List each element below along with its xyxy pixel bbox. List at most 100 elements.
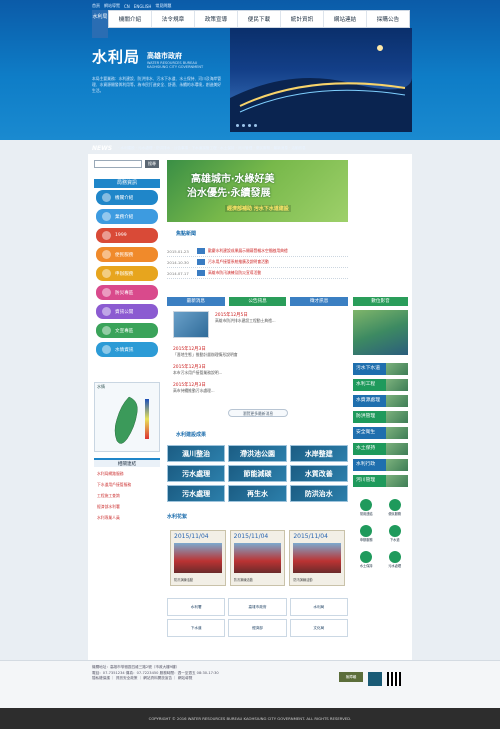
left-menu-item[interactable]: 1999: [96, 228, 158, 243]
partner-logo[interactable]: 水利局: [289, 598, 348, 616]
left-menu-label: 資訊公開: [115, 309, 134, 315]
tab-item-title[interactable]: 高雄市防洪排水建設工程動土典禮...: [215, 318, 345, 324]
slide-dot[interactable]: [242, 124, 245, 127]
accessibility-badge[interactable]: 無障礙: [339, 672, 363, 682]
right-menu-item[interactable]: 安全衛生: [353, 427, 408, 439]
right-menu-item[interactable]: 污水下水道: [353, 363, 408, 375]
event-card[interactable]: 2015/11/04 防汛演練活動: [229, 530, 286, 586]
more-news-button[interactable]: 瀏覽更多最新消息: [228, 409, 288, 417]
left-menu-item[interactable]: 水情資訊: [96, 342, 158, 357]
partner-logo[interactable]: 高雄市政府: [228, 598, 287, 616]
left-menu-title: 局務資訊: [94, 179, 160, 188]
partner-logo[interactable]: 經濟部: [228, 619, 287, 637]
slide-dot[interactable]: [248, 124, 251, 127]
service-shortcut[interactable]: 下水道: [382, 524, 409, 548]
nav-procurement[interactable]: 採購公告: [367, 11, 409, 27]
nav-statistics[interactable]: 統計資訊: [281, 11, 324, 27]
right-menu-label: 污水下水道: [353, 363, 386, 375]
right-menu-item[interactable]: 水資源處理: [353, 395, 408, 407]
video-section-title: 數位影音: [353, 297, 408, 306]
news-title[interactable]: 高雄市防汛演練及防災宣導活動: [208, 270, 261, 276]
event-card[interactable]: 2015/11/04 防汛演練活動: [289, 530, 346, 586]
service-shortcut[interactable]: 水土保持: [353, 550, 380, 574]
related-link[interactable]: 工程施工查詢: [97, 493, 161, 499]
right-menu-item[interactable]: 防洪管理: [353, 411, 408, 423]
utility-home[interactable]: 首頁: [92, 3, 100, 9]
tab-item-title[interactable]: 本市污水用戶接管業務說明...: [173, 370, 343, 376]
nav-about[interactable]: 機關介紹: [109, 11, 152, 27]
service-shortcut[interactable]: 常用連結: [353, 498, 380, 522]
service-label: 便民服務: [388, 512, 402, 516]
slide-dot[interactable]: [254, 124, 257, 127]
achievement-tile[interactable]: 濕川整治: [167, 445, 226, 462]
related-link[interactable]: 水利專業人員: [97, 515, 161, 521]
achievement-tile[interactable]: 再生水: [228, 485, 287, 502]
news-row[interactable]: 2014.10.30 污水用戶接管系統推廣及說明會活動: [167, 257, 348, 268]
news-row[interactable]: 2014.07.17 高雄市防汛演練及防災宣導活動: [167, 268, 348, 279]
nav-regulations[interactable]: 法令規章: [152, 11, 195, 27]
related-link[interactable]: 經濟部水利署: [97, 504, 161, 510]
achievement-tile[interactable]: 水質改善: [289, 465, 348, 482]
left-menu-item[interactable]: 防災專區: [96, 285, 158, 300]
tab-item-title[interactable]: 「溼地生態」推動計畫辦理情形說明會: [173, 352, 343, 358]
tab-item-featured[interactable]: 2015年12月5日 高雄市防洪排水建設工程動土典禮...: [215, 312, 345, 330]
events-heading: 水利花絮: [167, 514, 188, 520]
ticker-text[interactable]: ‧ 水利建設 ‧ 污水處理 ‧ 防洪排水 ‧ 公告事項 ‧ 下水道接管工程 ‧ …: [118, 146, 306, 151]
tab-announcements[interactable]: 公告訊息: [228, 297, 287, 306]
service-shortcut[interactable]: 申辦服務: [353, 524, 380, 548]
service-shortcut[interactable]: 便民服務: [382, 498, 409, 522]
utility-cn[interactable]: CN: [124, 4, 130, 9]
event-card[interactable]: 2015/11/04 防汛演練活動: [170, 530, 226, 586]
left-menu-item[interactable]: 機關介紹: [96, 190, 158, 205]
utility-faq[interactable]: 常見問題: [155, 3, 171, 9]
footer-links[interactable]: 隱私權保護 ｜ 資訊安全政策 ｜ 網站資料開放宣告 ｜ 網站導覽: [92, 676, 332, 682]
right-menu-item[interactable]: 水土保持: [353, 443, 408, 455]
utility-sitemap[interactable]: 網站導覽: [104, 3, 120, 9]
right-menu-item[interactable]: 河川管理: [353, 475, 408, 487]
right-menu-image: [386, 427, 408, 439]
left-menu-item[interactable]: 申辦服務: [96, 266, 158, 281]
news-row[interactable]: 2015.01.23 歡慶水利建設成果展示開幕暨親水空間啟用典禮: [167, 246, 348, 257]
partner-logo[interactable]: 下水道: [167, 619, 226, 637]
achievement-tile[interactable]: 污水處理: [167, 465, 226, 482]
achievement-tile[interactable]: 節能減碳: [228, 465, 287, 482]
water-map[interactable]: 水情: [94, 382, 160, 452]
menu-item-icon: [102, 231, 111, 240]
right-menu-item[interactable]: 水利行政: [353, 459, 408, 471]
tab-latest[interactable]: 最新消息: [167, 297, 225, 306]
left-menu-label: 機關介紹: [115, 195, 134, 201]
video-thumbnail[interactable]: [353, 310, 408, 355]
left-menu-item[interactable]: 業務介紹: [96, 209, 158, 224]
left-menu-item[interactable]: 便民服務: [96, 247, 158, 262]
achievement-tile[interactable]: 水岸整建: [289, 445, 348, 462]
right-menu-item[interactable]: 水利工程: [353, 379, 408, 391]
achievement-tile[interactable]: 污水處理: [167, 485, 226, 502]
nav-policy[interactable]: 政策宣導: [195, 11, 238, 27]
news-title[interactable]: 污水用戶接管系統推廣及說明會活動: [208, 259, 269, 265]
search-button[interactable]: 搜尋: [145, 160, 159, 168]
achievement-tile[interactable]: 滯洪池公園: [228, 445, 287, 462]
related-link[interactable]: 下水道用戶接管服務: [97, 482, 161, 488]
service-shortcut[interactable]: 污水處理: [382, 550, 409, 574]
page: 首頁 網站導覽 CN ENGLISH 常見問題 水利局 機關介紹 法令規章 政策…: [0, 0, 500, 729]
utility-english[interactable]: ENGLISH: [134, 4, 152, 9]
related-link[interactable]: 水利局網路服務: [97, 471, 161, 477]
partner-logo[interactable]: 水利署: [167, 598, 226, 616]
banner-line1: 高雄城市‧水綠好美: [191, 174, 275, 185]
event-date: 2015/11/04: [293, 533, 328, 540]
brand-name[interactable]: 水利局: [92, 46, 140, 67]
tab-item-title[interactable]: 高市持續推動污水處理...: [173, 388, 343, 394]
partner-logo[interactable]: 文化局: [289, 619, 348, 637]
left-menu-item[interactable]: 資訊公開: [96, 304, 158, 319]
news-thumbnail[interactable]: [173, 311, 209, 338]
achievement-tile[interactable]: 防洪治水: [289, 485, 348, 502]
nav-links[interactable]: 網站連結: [324, 11, 367, 27]
slide-dot[interactable]: [236, 124, 239, 127]
promo-banner[interactable]: 高雄城市‧水綠好美 治水優先‧永續發展 經濟部補助 污水下水道建設: [167, 160, 348, 222]
news-title[interactable]: 歡慶水利建設成果展示開幕暨親水空間啟用典禮: [208, 248, 288, 254]
search-input[interactable]: [94, 160, 142, 168]
tab-jobs[interactable]: 徵才訊息: [290, 297, 349, 306]
left-menu-item[interactable]: 文宣專區: [96, 323, 158, 338]
gov-badge-icon[interactable]: [368, 672, 382, 686]
nav-downloads[interactable]: 便民下載: [238, 11, 281, 27]
